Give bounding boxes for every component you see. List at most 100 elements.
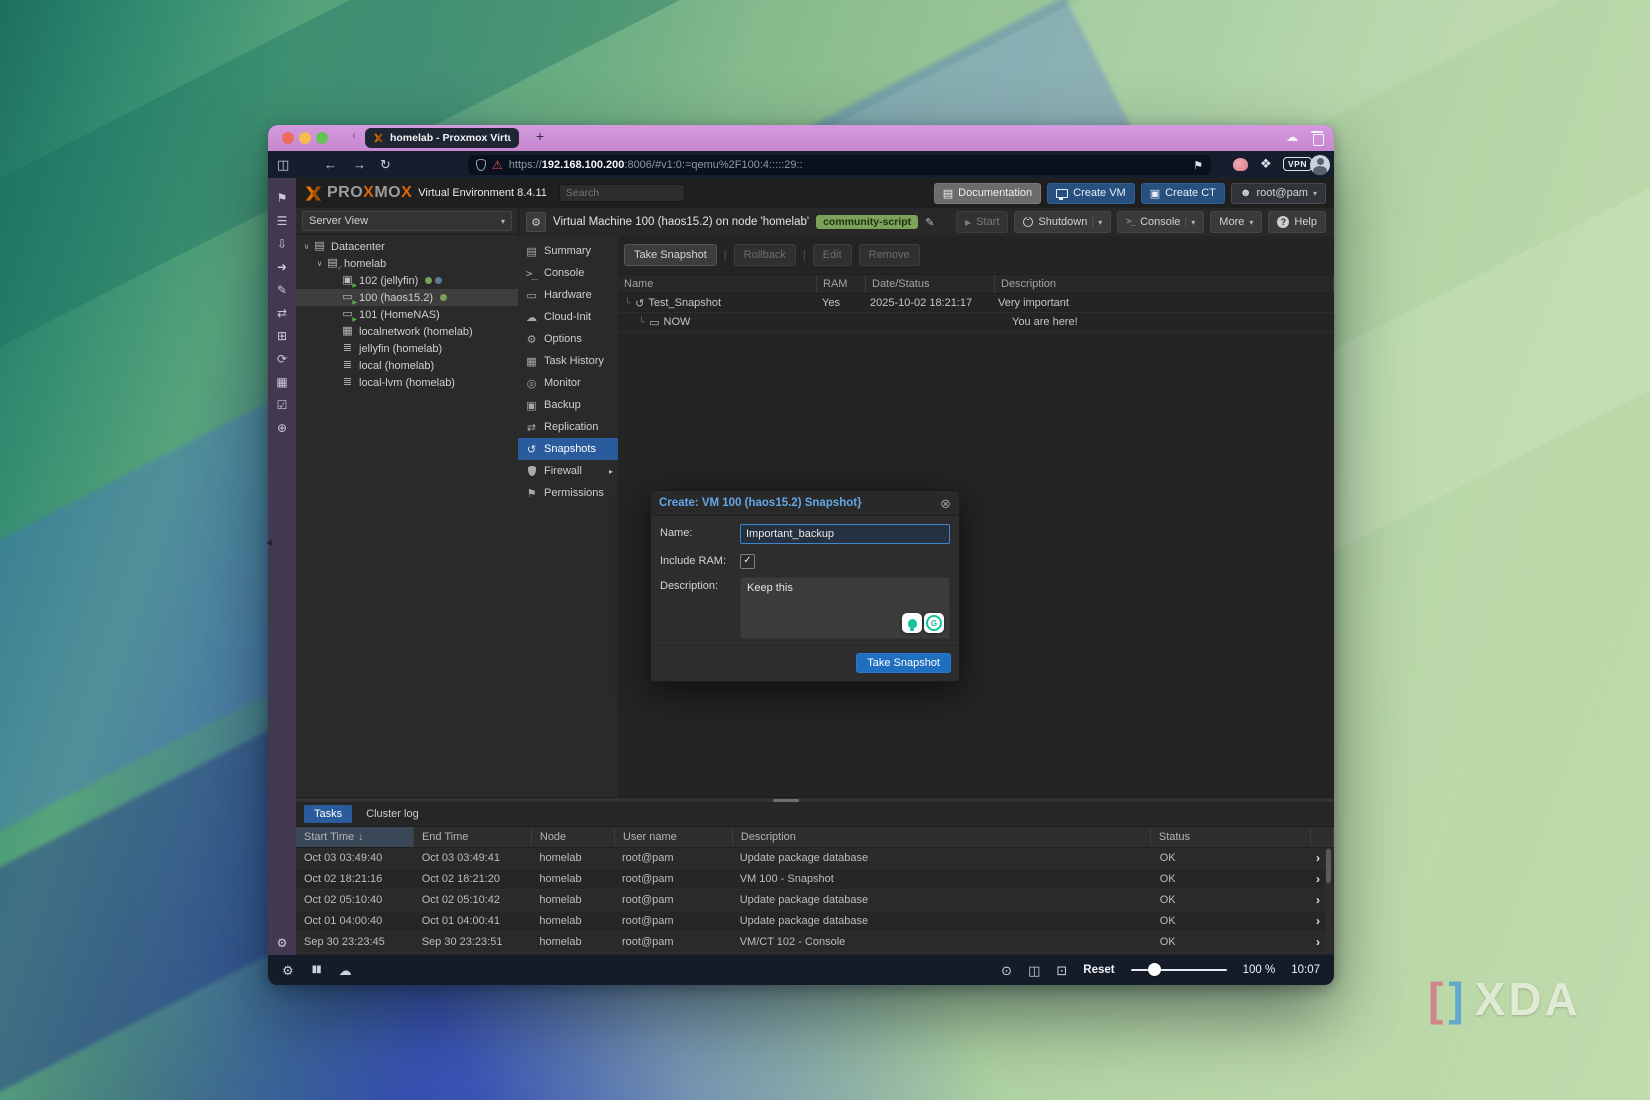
more-button[interactable]: More ▾ bbox=[1210, 211, 1262, 233]
downloads-cloud-icon[interactable]: ☁ bbox=[1286, 130, 1298, 144]
rollback-button[interactable]: Rollback bbox=[734, 244, 796, 266]
zoom-window-button[interactable] bbox=[316, 132, 328, 144]
snapshot-description-textarea[interactable]: Keep this G bbox=[740, 577, 950, 639]
tab-scroll-left-icon[interactable]: ‹ bbox=[352, 130, 356, 142]
help-button[interactable]: ? Help bbox=[1268, 211, 1326, 233]
zoom-slider-knob[interactable] bbox=[1148, 963, 1161, 976]
grammarly-suggestion-icon[interactable] bbox=[902, 613, 922, 633]
window-titlebar[interactable]: ‹ homelab - Proxmox Virtual › + ☁ bbox=[268, 125, 1334, 152]
forward-icon[interactable]: → bbox=[353, 157, 366, 172]
tree-item-storage-local-lvm[interactable]: ≣ local-lvm (homelab) bbox=[296, 374, 518, 391]
scrollbar-thumb[interactable] bbox=[1326, 849, 1331, 883]
task-row[interactable]: Oct 01 04:00:40Oct 01 04:00:41 homelabro… bbox=[296, 911, 1334, 932]
console-button[interactable]: >_ Console | ▾ bbox=[1117, 211, 1204, 233]
downloads-icon[interactable]: ⇩ bbox=[275, 238, 289, 250]
send-icon[interactable]: ➜ bbox=[275, 261, 289, 273]
tree-item-localnetwork[interactable]: ▦ localnetwork (homelab) bbox=[296, 323, 518, 340]
start-button[interactable]: ▶ Start bbox=[956, 211, 1008, 233]
zoom-reset-button[interactable]: Reset bbox=[1083, 964, 1114, 976]
bookmark-icon[interactable]: ⚑ bbox=[1193, 159, 1203, 172]
sync-icon[interactable]: ⟳ bbox=[275, 353, 289, 365]
expand-icon[interactable]: ∨ bbox=[314, 259, 325, 268]
tree-item-datacenter[interactable]: ∨ ▤ Datacenter bbox=[296, 238, 518, 255]
snapshot-row-now[interactable]: └▭NOW You are here! bbox=[618, 313, 1334, 332]
remove-button[interactable]: Remove bbox=[859, 244, 920, 266]
nav-snapshots[interactable]: ↺Snapshots bbox=[518, 438, 618, 460]
nav-cloud-init[interactable]: ☁Cloud-Init bbox=[518, 306, 618, 328]
cloud-sync-icon[interactable]: ☁ bbox=[339, 964, 352, 977]
create-vm-button[interactable]: Create VM bbox=[1047, 183, 1135, 204]
minimize-window-button[interactable] bbox=[299, 132, 311, 144]
add-icon[interactable]: ⊕ bbox=[275, 422, 289, 434]
task-row[interactable]: Oct 03 03:49:40Oct 03 03:49:41 homelabro… bbox=[296, 848, 1334, 869]
edit-tags-icon[interactable]: ✎ bbox=[925, 216, 934, 229]
take-snapshot-button[interactable]: Take Snapshot bbox=[624, 244, 717, 266]
nav-replication[interactable]: ⇄Replication bbox=[518, 416, 618, 438]
extensions-puzzle-icon[interactable]: ❖ bbox=[1260, 156, 1272, 172]
snapshot-row[interactable]: └↺Test_Snapshot Yes 2025-10-02 18:21:17 … bbox=[618, 294, 1334, 313]
chevron-down-icon[interactable]: ▾ bbox=[1098, 218, 1102, 227]
tab-tasks[interactable]: Tasks bbox=[304, 805, 352, 823]
row-expand-icon[interactable]: › bbox=[1316, 851, 1320, 865]
reload-icon[interactable]: ↻ bbox=[380, 157, 391, 173]
search-input[interactable] bbox=[559, 184, 685, 202]
row-expand-icon[interactable]: › bbox=[1316, 872, 1320, 886]
documentation-button[interactable]: ▤ Documentation bbox=[934, 183, 1041, 204]
nav-firewall[interactable]: Firewall▸ bbox=[518, 460, 618, 482]
zoom-slider[interactable] bbox=[1131, 969, 1227, 971]
page-url[interactable]: https://192.168.100.200:8006/#v1:0:=qemu… bbox=[509, 159, 803, 171]
tree-item-ct-102[interactable]: ▣▶ 102 (jellyfin) bbox=[296, 272, 518, 289]
nav-backup[interactable]: ▣Backup bbox=[518, 394, 618, 416]
include-ram-checkbox[interactable]: ✓ bbox=[740, 554, 755, 569]
tab-scroll-right-icon[interactable]: › bbox=[515, 130, 519, 142]
apps-icon[interactable]: ⊞ bbox=[275, 330, 289, 342]
profile-avatar[interactable] bbox=[1310, 155, 1330, 175]
focus-mode-icon[interactable]: ⊙ bbox=[1001, 964, 1012, 977]
grammarly-logo-icon[interactable]: G bbox=[924, 613, 944, 633]
edit-button[interactable]: Edit bbox=[813, 244, 852, 266]
tracking-shield-icon[interactable] bbox=[476, 159, 486, 171]
tree-item-storage-local[interactable]: ≣ local (homelab) bbox=[296, 357, 518, 374]
tree-item-vm-100[interactable]: ▭▶ 100 (haos15.2) bbox=[296, 289, 518, 306]
task-row[interactable]: Oct 02 18:21:16Oct 02 18:21:20 homelabro… bbox=[296, 869, 1334, 890]
tree-item-storage-jellyfin[interactable]: ≣ jellyfin (homelab) bbox=[296, 340, 518, 357]
nav-summary[interactable]: ▤Summary bbox=[518, 240, 618, 262]
tasks-table-header[interactable]: Start Time↓ End Time Node User name Desc… bbox=[296, 827, 1334, 848]
sidebar-collapse-icon[interactable]: ◀ bbox=[266, 538, 272, 547]
user-menu-button[interactable]: ☻ root@pam ▾ bbox=[1231, 183, 1326, 204]
translate-icon[interactable]: ⇄ bbox=[275, 307, 289, 319]
tasks-scrollbar[interactable] bbox=[1325, 848, 1332, 951]
shutdown-button[interactable]: Shutdown | ▾ bbox=[1014, 211, 1111, 233]
tree-item-vm-101[interactable]: ▭▶ 101 (HomeNAS) bbox=[296, 306, 518, 323]
pause-icon[interactable]: ▮▮ bbox=[312, 965, 321, 975]
nav-permissions[interactable]: ⚑Permissions bbox=[518, 482, 618, 504]
back-icon[interactable]: ← bbox=[324, 157, 337, 172]
nav-options[interactable]: ⚙Options bbox=[518, 328, 618, 350]
vpn-badge[interactable]: VPN bbox=[1283, 157, 1312, 171]
snapshot-name-input[interactable] bbox=[740, 524, 950, 544]
expand-icon[interactable]: ∨ bbox=[301, 242, 312, 251]
task-row[interactable]: Oct 02 05:10:40Oct 02 05:10:42 homelabro… bbox=[296, 890, 1334, 911]
row-expand-icon[interactable]: › bbox=[1316, 893, 1320, 907]
nav-monitor[interactable]: ◎Monitor bbox=[518, 372, 618, 394]
row-expand-icon[interactable]: › bbox=[1316, 935, 1320, 949]
nav-hardware[interactable]: ▭Hardware bbox=[518, 284, 618, 306]
snapshots-table-header[interactable]: Name RAM Date/Status Description bbox=[618, 274, 1334, 294]
panel-settings-gear-icon[interactable]: ⚙ bbox=[526, 212, 546, 232]
settings-gear-icon[interactable]: ⚙ bbox=[282, 964, 294, 977]
chevron-down-icon[interactable]: ▾ bbox=[1191, 218, 1195, 227]
create-ct-button[interactable]: ▣ Create CT bbox=[1141, 183, 1225, 204]
brain-extension-icon[interactable] bbox=[1233, 158, 1248, 171]
bookmarks-icon[interactable]: ⚑ bbox=[275, 192, 289, 204]
notes-icon[interactable]: ✎ bbox=[275, 284, 289, 296]
page-snippet-icon[interactable]: ⊡ bbox=[1056, 964, 1067, 977]
split-view-icon[interactable]: ◫ bbox=[1028, 964, 1040, 977]
calendar-icon[interactable]: ▦ bbox=[275, 376, 289, 388]
browser-tab[interactable]: homelab - Proxmox Virtual bbox=[365, 128, 519, 148]
new-tab-button[interactable]: + bbox=[536, 128, 544, 144]
tree-item-node-homelab[interactable]: ∨ ▤✓ homelab bbox=[296, 255, 518, 272]
tasks-icon[interactable]: ☑ bbox=[275, 399, 289, 411]
trash-icon[interactable] bbox=[1313, 134, 1324, 146]
close-window-button[interactable] bbox=[282, 132, 294, 144]
dialog-take-snapshot-button[interactable]: Take Snapshot bbox=[856, 653, 951, 673]
